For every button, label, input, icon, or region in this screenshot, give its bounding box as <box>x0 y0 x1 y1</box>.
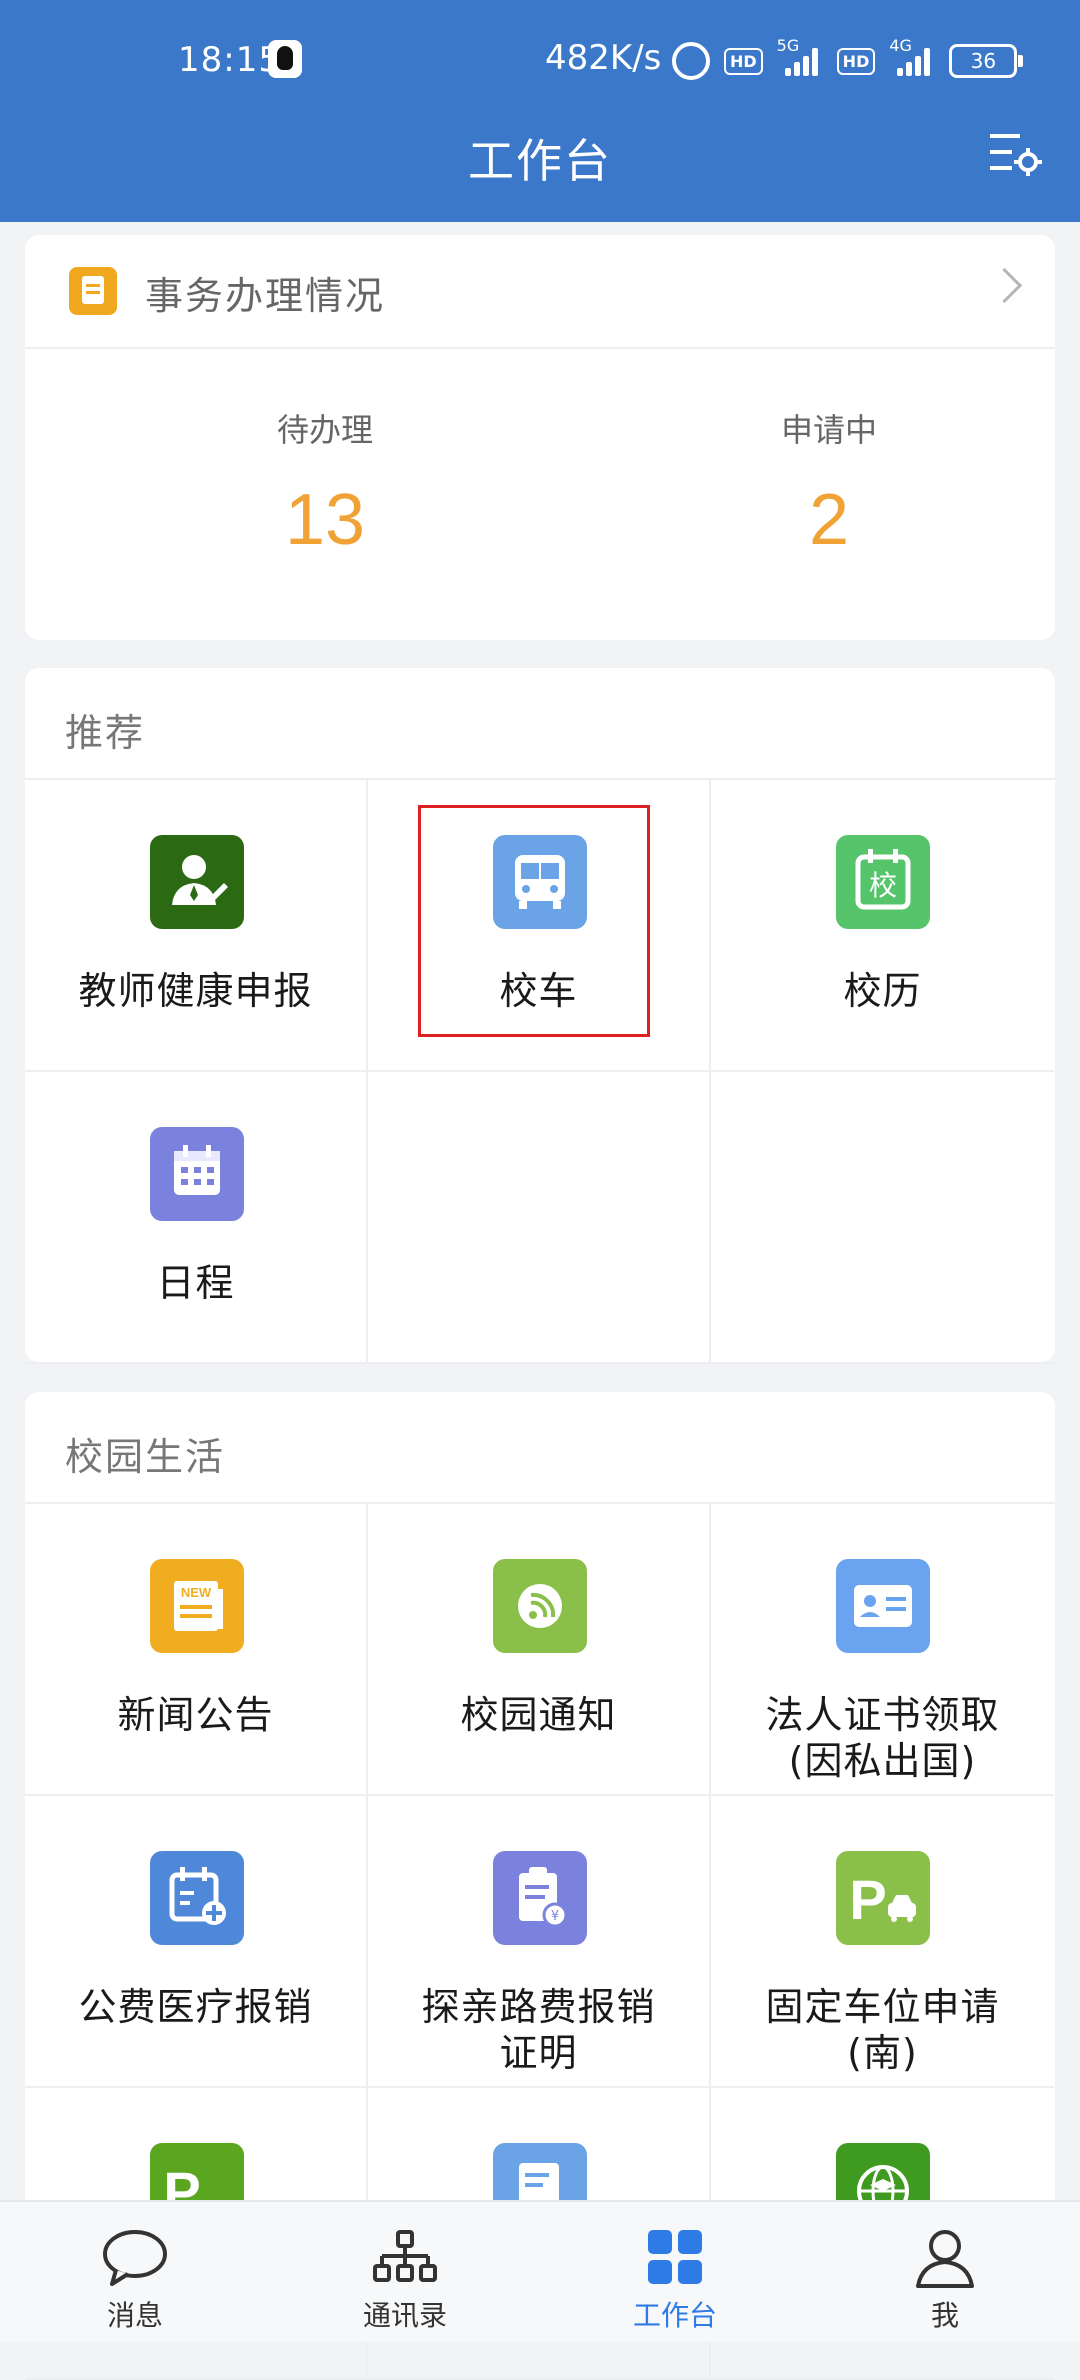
affairs-icon <box>69 267 117 315</box>
app-label: 公费医疗报销 <box>78 1985 313 2029</box>
network-speed: 482K/s <box>545 38 662 78</box>
hd-icon: HD <box>724 47 763 75</box>
empty-cell <box>368 1072 711 1364</box>
svg-text:校: 校 <box>869 869 897 902</box>
nav-label: 通讯录 <box>362 2299 447 2332</box>
nav-contacts[interactable]: 通讯录 <box>270 2202 540 2342</box>
page-title: 工作台 <box>468 134 612 188</box>
top-bar: 18:15 482K/s HD 5G HD 4G 36 工作台 <box>0 0 1080 222</box>
app-label: 新闻公告 <box>117 1693 274 1737</box>
grid-icon <box>648 2230 702 2284</box>
recommend-title: 推荐 <box>65 711 146 755</box>
school-calendar-icon: 校 <box>836 835 930 929</box>
app-school-calendar[interactable]: 校 校历 <box>711 780 1054 1072</box>
recommend-header: 推荐 <box>25 668 1055 780</box>
app-label: 固定车位申请 (南) <box>765 1985 1000 2075</box>
battery-icon: 36 <box>949 44 1024 78</box>
app-label: 校历 <box>843 969 922 1013</box>
highlight-box <box>418 805 650 1037</box>
hd-icon-2: HD <box>836 47 876 75</box>
list-settings-icon <box>990 134 1042 176</box>
app-label: 探亲路费报销 证明 <box>421 1985 656 2075</box>
chevron-right-icon <box>986 267 1023 304</box>
applying-label: 申请中 <box>780 411 877 449</box>
app-label: 日程 <box>156 1261 235 1305</box>
person-icon <box>916 2230 974 2288</box>
nav-label: 我 <box>930 2299 959 2332</box>
qq-icon <box>268 40 302 78</box>
calendar-icon <box>150 1127 244 1221</box>
pending-label: 待办理 <box>276 411 373 449</box>
pending-stat[interactable]: 待办理 13 <box>175 405 475 561</box>
org-chart-icon <box>373 2230 437 2282</box>
affairs-card: 事务办理情况 待办理 13 申请中 2 <box>25 235 1055 640</box>
applying-stat[interactable]: 申请中 2 <box>679 405 979 561</box>
affairs-header[interactable]: 事务办理情况 <box>25 235 1055 349</box>
app-parking-south[interactable]: P 固定车位申请 (南) <box>711 1796 1054 2088</box>
teacher-icon <box>150 835 244 929</box>
broadcast-icon <box>493 1559 587 1653</box>
svg-text:NEW: NEW <box>181 1585 212 1600</box>
receipt-icon: ¥ <box>493 1851 587 1945</box>
app-label: 校园通知 <box>460 1693 617 1737</box>
medical-calendar-icon <box>150 1851 244 1945</box>
signal-4g-icon: 4G <box>889 36 935 76</box>
settings-button[interactable] <box>988 130 1044 180</box>
nav-me[interactable]: 我 <box>810 2202 1080 2342</box>
status-time: 18:15 <box>178 40 281 80</box>
app-legal-certificate[interactable]: 法人证书领取 (因私出国) <box>711 1504 1054 1796</box>
nav-workbench[interactable]: 工作台 <box>540 2202 810 2342</box>
app-family-visit[interactable]: ¥ 探亲路费报销 证明 <box>368 1796 711 2088</box>
app-teacher-health[interactable]: 教师健康申报 <box>25 780 368 1072</box>
pending-value: 13 <box>284 480 366 560</box>
svg-text:P: P <box>849 1868 886 1931</box>
app-label: 法人证书领取 (因私出国) <box>765 1693 1000 1783</box>
status-icons: HD 5G HD 4G 36 <box>672 36 1024 80</box>
affairs-title: 事务办理情况 <box>145 274 386 318</box>
chat-bubble-icon <box>103 2230 167 2286</box>
parking-icon: P <box>836 1851 930 1945</box>
app-schedule[interactable]: 日程 <box>25 1072 368 1364</box>
alarm-icon <box>672 42 710 80</box>
campus-life-title: 校园生活 <box>65 1435 226 1479</box>
app-news[interactable]: NEW 新闻公告 <box>25 1504 368 1796</box>
applying-value: 2 <box>808 480 850 560</box>
empty-cell <box>711 1072 1054 1364</box>
status-bar: 18:15 482K/s HD 5G HD 4G 36 <box>0 30 1080 90</box>
nav-label: 消息 <box>106 2299 163 2332</box>
id-card-icon <box>836 1559 930 1653</box>
bottom-nav: 消息 通讯录 工作台 我 <box>0 2200 1080 2342</box>
signal-5g-icon: 5G <box>777 36 823 76</box>
campus-life-section: 校园生活 NEW 新闻公告 校园通知 法人证书领取 (因私出国) 公费医疗报销 … <box>25 1392 1055 2380</box>
nav-label: 工作台 <box>632 2299 717 2332</box>
nav-messages[interactable]: 消息 <box>0 2202 270 2342</box>
campus-life-header: 校园生活 <box>25 1392 1055 1504</box>
app-label: 教师健康申报 <box>78 969 313 1013</box>
news-icon: NEW <box>150 1559 244 1653</box>
svg-text:¥: ¥ <box>551 1909 559 1924</box>
app-medical-reimbursement[interactable]: 公费医疗报销 <box>25 1796 368 2088</box>
app-campus-notice[interactable]: 校园通知 <box>368 1504 711 1796</box>
